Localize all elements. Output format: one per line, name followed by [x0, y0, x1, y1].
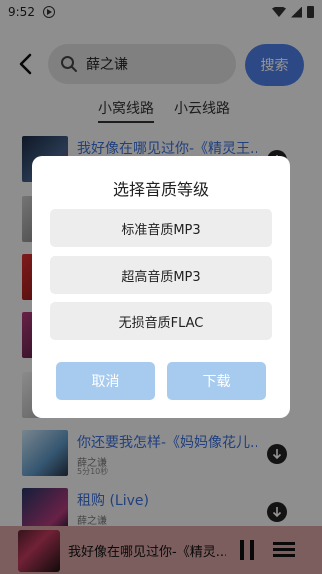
option-high-mp3[interactable]: 超高音质MP3 [50, 256, 272, 294]
download-button[interactable]: 下载 [167, 362, 266, 400]
cancel-button[interactable]: 取消 [56, 362, 155, 400]
option-lossless-flac[interactable]: 无损音质FLAC [50, 302, 272, 340]
quality-dialog: 选择音质等级 标准音质MP3 超高音质MP3 无损音质FLAC 取消 下载 [32, 156, 290, 418]
dialog-title: 选择音质等级 [112, 180, 209, 199]
option-standard-mp3[interactable]: 标准音质MP3 [50, 209, 272, 247]
